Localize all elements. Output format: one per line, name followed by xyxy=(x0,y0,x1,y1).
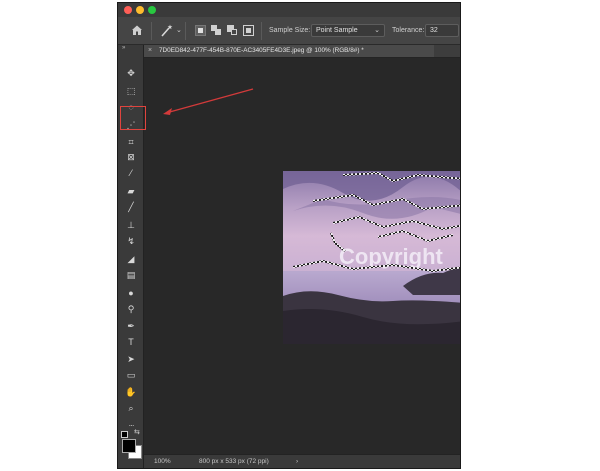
zoom-level[interactable]: 100% xyxy=(154,455,171,468)
preset-chevron-down-icon[interactable]: ⌄ xyxy=(176,26,182,34)
options-divider xyxy=(151,22,152,40)
tool-highlight-box xyxy=(120,106,146,130)
history-brush-icon[interactable]: ↯ xyxy=(122,234,140,248)
title-bar xyxy=(118,3,460,17)
document-image[interactable]: Copyright xyxy=(283,171,460,344)
swap-colors-icon[interactable]: ⇆ xyxy=(134,428,140,436)
pen-icon[interactable]: ✒ xyxy=(122,319,140,333)
subtract-from-selection-button[interactable] xyxy=(227,25,238,36)
document-tabs: × 7D0ED842-477F-454B-870E-AC3405FE4D3E.jp… xyxy=(144,45,460,58)
options-bar: ⌄ Sample Size: Point Sample ⌄ Tolerance:… xyxy=(118,17,460,45)
type-icon[interactable]: T xyxy=(122,335,140,349)
frame-icon[interactable]: ⊠ xyxy=(122,150,140,164)
chevron-down-icon: ⌄ xyxy=(374,27,380,34)
eyedropper-icon[interactable]: ⁄ xyxy=(122,166,140,180)
document-tab-title: 7D0ED842-477F-454B-870E-AC3405FE4D3E.jpe… xyxy=(159,47,364,54)
magic-wand-preset-icon[interactable] xyxy=(160,24,174,37)
zoom-icon[interactable]: ⌕ xyxy=(122,401,140,415)
dodge-icon[interactable]: ⚲ xyxy=(122,302,140,316)
path-selection-icon[interactable]: ➤ xyxy=(122,352,140,366)
tolerance-label: Tolerance: xyxy=(392,27,425,34)
crop-icon[interactable]: ⌗ xyxy=(122,135,140,149)
move-icon[interactable]: ✥ xyxy=(122,66,140,80)
add-to-selection-button[interactable] xyxy=(211,25,222,36)
document-tab[interactable]: × 7D0ED842-477F-454B-870E-AC3405FE4D3E.jp… xyxy=(144,45,434,57)
healing-brush-icon[interactable]: ▰ xyxy=(122,184,140,198)
home-icon[interactable] xyxy=(131,24,143,36)
clone-stamp-icon[interactable]: ⊥ xyxy=(122,218,140,232)
collapse-panel-icon[interactable]: » xyxy=(122,45,125,51)
sample-size-select[interactable]: Point Sample ⌄ xyxy=(311,24,385,37)
close-tab-icon[interactable]: × xyxy=(148,45,157,57)
options-divider xyxy=(185,22,186,40)
eraser-icon[interactable]: ◢ xyxy=(122,252,140,266)
default-colors-icon[interactable] xyxy=(121,431,128,438)
document-info: 800 px x 533 px (72 ppi) xyxy=(199,458,269,465)
canvas-area[interactable]: Copyright xyxy=(144,58,460,454)
status-chevron-icon[interactable]: › xyxy=(296,455,298,468)
intersect-selection-button[interactable] xyxy=(243,25,254,36)
brush-icon[interactable]: ╱ xyxy=(122,200,140,214)
tolerance-value: 32 xyxy=(430,27,438,34)
foreground-color-swatch[interactable] xyxy=(122,439,136,453)
status-bar: 100% 800 px x 533 px (72 ppi) › xyxy=(144,454,460,468)
rectangle-icon[interactable]: ▭ xyxy=(122,368,140,382)
close-window-button[interactable] xyxy=(124,6,132,14)
blur-icon[interactable]: ● xyxy=(122,286,140,300)
photoshop-window: ⌄ Sample Size: Point Sample ⌄ Tolerance:… xyxy=(117,2,461,469)
coastal-sunset-photo: Copyright xyxy=(283,171,460,344)
sample-size-value: Point Sample xyxy=(316,27,358,34)
gradient-icon[interactable]: ▤ xyxy=(122,268,140,282)
options-divider xyxy=(261,22,262,40)
new-selection-button[interactable] xyxy=(195,25,206,36)
sample-size-label: Sample Size: xyxy=(269,27,311,34)
marquee-icon[interactable]: ⬚ xyxy=(122,84,140,98)
tolerance-input[interactable]: 32 xyxy=(425,24,459,37)
hand-icon[interactable]: ✋ xyxy=(122,385,140,399)
zoom-window-button[interactable] xyxy=(148,6,156,14)
minimize-window-button[interactable] xyxy=(136,6,144,14)
